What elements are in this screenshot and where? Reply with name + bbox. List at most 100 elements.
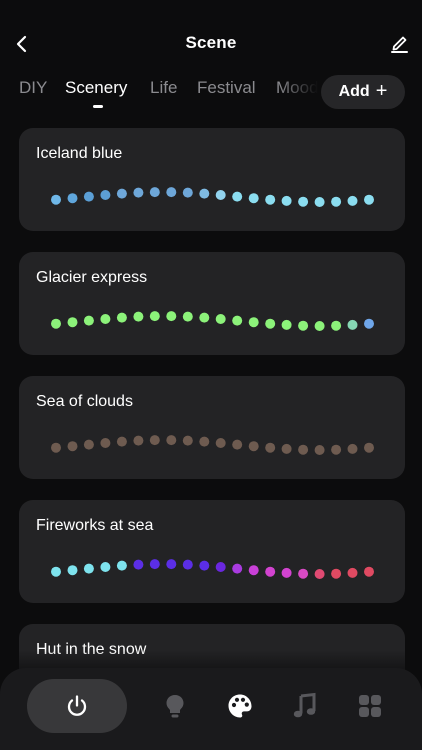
color-dot	[166, 559, 177, 570]
color-dot	[51, 318, 61, 329]
color-dot	[83, 191, 94, 202]
scene-card-glacier-express[interactable]: Glacier express	[19, 252, 405, 355]
color-dot	[314, 569, 325, 579]
color-dot	[51, 194, 61, 205]
music-note-icon[interactable]	[291, 692, 319, 720]
color-dot	[281, 319, 292, 330]
color-dot	[265, 442, 276, 453]
color-dot	[298, 568, 309, 579]
color-dot	[215, 562, 226, 572]
tab-life[interactable]: Life	[150, 78, 177, 98]
color-dot	[281, 443, 292, 454]
tab-diy[interactable]: DIY	[19, 78, 47, 98]
add-scene-button[interactable]: Add +	[321, 75, 405, 109]
color-dot	[133, 435, 144, 446]
scene-card-sea-of-clouds[interactable]: Sea of clouds	[19, 376, 405, 479]
category-tabs: DIY Scenery Life Festival Mood	[0, 75, 318, 113]
color-dot	[166, 435, 177, 446]
color-dot	[347, 319, 358, 330]
tab-mood[interactable]: Mood	[276, 78, 318, 98]
plus-icon: +	[375, 79, 388, 102]
color-dot	[331, 320, 342, 331]
color-dot	[149, 187, 160, 198]
color-dots	[51, 311, 374, 331]
active-tab-indicator	[93, 105, 103, 108]
color-dot	[265, 566, 276, 577]
color-dot	[314, 445, 325, 455]
color-dot	[232, 315, 243, 326]
color-dot	[331, 444, 342, 455]
scene-card-iceland-blue[interactable]: Iceland blue	[19, 128, 405, 231]
edit-button[interactable]	[388, 31, 410, 55]
color-dot	[182, 559, 193, 570]
color-dot	[248, 193, 259, 204]
color-dot	[83, 563, 94, 574]
color-dot	[83, 439, 94, 450]
color-dot	[215, 314, 226, 324]
color-dot	[331, 568, 342, 579]
color-dot	[133, 187, 144, 198]
palette-icon[interactable]	[226, 692, 254, 720]
color-dot	[67, 317, 78, 328]
power-icon	[67, 695, 87, 716]
color-dot	[182, 435, 193, 446]
color-dots	[51, 559, 374, 579]
color-dot	[199, 188, 210, 199]
color-dot	[281, 195, 292, 206]
color-dot	[67, 193, 78, 204]
color-dot	[182, 187, 193, 198]
color-dot	[116, 560, 127, 571]
color-dot	[199, 560, 210, 571]
color-dot	[116, 188, 127, 199]
bulb-icon[interactable]	[161, 692, 189, 720]
color-dot	[83, 315, 94, 326]
color-dot	[100, 314, 111, 324]
add-button-label: Add	[338, 83, 370, 100]
color-dot	[248, 317, 259, 328]
color-dot	[265, 318, 276, 329]
tab-scenery[interactable]: Scenery	[65, 78, 127, 98]
color-dot	[298, 320, 309, 331]
grid-icon[interactable]	[356, 692, 384, 720]
color-dot	[149, 559, 160, 570]
color-dot	[182, 311, 193, 322]
color-dot	[100, 562, 111, 572]
color-dot	[199, 312, 210, 323]
color-dot	[149, 435, 160, 446]
color-dot	[347, 443, 358, 454]
color-dot	[265, 194, 276, 205]
color-dot	[298, 444, 309, 455]
color-dot	[364, 194, 374, 205]
color-dot	[364, 318, 374, 329]
color-dot	[100, 190, 111, 200]
color-dot	[314, 321, 325, 331]
scene-card-fireworks-at-sea[interactable]: Fireworks at sea	[19, 500, 405, 603]
color-dot	[281, 567, 292, 578]
header: Scene	[0, 0, 422, 80]
color-dot	[133, 311, 144, 322]
color-dot	[51, 442, 61, 453]
scene-name: Hut in the snow	[36, 641, 147, 658]
color-dot	[232, 191, 243, 202]
color-dot	[347, 567, 358, 578]
color-dot	[51, 566, 61, 577]
color-dot	[347, 195, 358, 206]
color-dot	[166, 187, 177, 198]
color-dot	[232, 439, 243, 450]
tab-festival[interactable]: Festival	[197, 78, 256, 98]
color-dot	[232, 563, 243, 574]
page-title: Scene	[185, 33, 237, 52]
color-dot	[100, 438, 111, 448]
color-dot	[67, 565, 78, 576]
pencil-icon	[391, 36, 408, 53]
color-dot	[133, 559, 144, 570]
color-dots	[51, 187, 374, 207]
color-dot	[298, 196, 309, 207]
power-button[interactable]	[27, 679, 127, 733]
color-dot	[331, 196, 342, 207]
color-dot	[215, 190, 226, 200]
color-dot	[248, 441, 259, 452]
color-dot	[116, 312, 127, 323]
color-dot	[199, 436, 210, 447]
color-dot	[248, 565, 259, 576]
